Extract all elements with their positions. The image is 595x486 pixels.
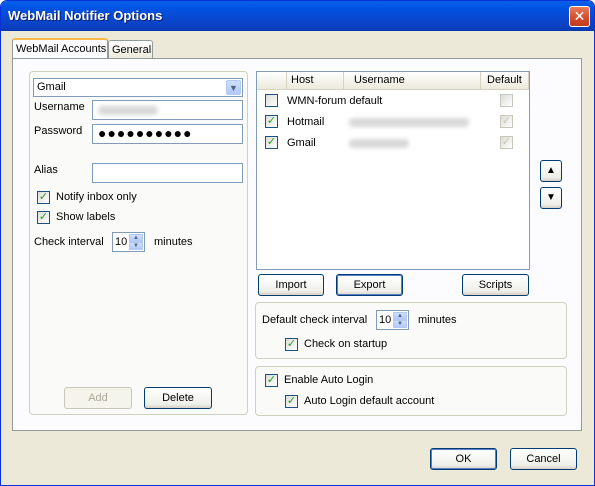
row-host: Hotmail — [287, 116, 325, 128]
alias-field[interactable] — [92, 163, 243, 183]
export-button[interactable]: Export — [336, 274, 403, 296]
provider-select[interactable]: Gmail ▼ — [33, 78, 243, 97]
delete-button[interactable]: Delete — [144, 387, 212, 409]
auto-login-group: ✓ Enable Auto Login ✓ Auto Login default… — [255, 366, 567, 416]
default-interval-group: Default check interval 10 ▲ ▼ minutes ✓ … — [255, 302, 567, 359]
auto-login-default-label: Auto Login default account — [304, 395, 435, 407]
list-header-check — [257, 72, 287, 90]
password-field[interactable]: ●●●●●●●●●● — [92, 124, 243, 144]
username-label: Username — [34, 101, 85, 113]
default-interval-value: 10 — [379, 314, 392, 326]
enable-auto-login-label: Enable Auto Login — [284, 374, 374, 386]
notify-inbox-checkbox[interactable]: ✓ — [37, 191, 50, 204]
check-on-startup-checkbox[interactable]: ✓ — [285, 338, 298, 351]
enable-auto-login-checkbox[interactable]: ✓ — [265, 374, 278, 387]
options-window: WebMail Notifier Options ✕ WebMail Accou… — [0, 0, 595, 486]
window-title: WebMail Notifier Options — [8, 8, 163, 23]
scripts-button[interactable]: Scripts — [462, 274, 529, 296]
row-default-checkbox — [500, 94, 513, 107]
username-field[interactable] — [92, 100, 243, 120]
chevron-down-icon[interactable]: ▼ — [226, 80, 241, 95]
list-header-default[interactable]: Default — [481, 72, 529, 90]
row-host: WMN-forum default — [287, 95, 383, 107]
row-enabled-checkbox[interactable]: ✓ — [265, 136, 278, 149]
default-interval-minutes: minutes — [418, 314, 457, 326]
notify-inbox-label: Notify inbox only — [56, 191, 137, 203]
password-label: Password — [34, 125, 83, 137]
provider-value: Gmail — [37, 81, 66, 93]
check-interval-minutes: minutes — [154, 236, 193, 248]
row-default-checkbox: ✓ — [500, 136, 513, 149]
list-header-username[interactable]: Username — [344, 72, 481, 90]
check-interval-spinner[interactable]: 10 ▲ ▼ — [112, 232, 145, 252]
row-default-checkbox: ✓ — [500, 115, 513, 128]
alias-label: Alias — [34, 164, 58, 176]
spin-down-icon[interactable]: ▼ — [129, 242, 143, 250]
auto-login-default-checkbox[interactable]: ✓ — [285, 395, 298, 408]
account-details-group: Gmail ▼ Username Password ●●●●●●●●●● Ali… — [29, 71, 248, 415]
check-interval-value: 10 — [115, 236, 128, 248]
move-down-icon[interactable]: ▼ — [540, 187, 562, 209]
accounts-list[interactable]: Host Username Default WMN-forum default … — [256, 71, 530, 270]
add-button[interactable]: Add — [64, 387, 132, 409]
check-interval-label: Check interval — [34, 236, 104, 248]
spin-down-icon[interactable]: ▼ — [393, 320, 407, 328]
check-on-startup-label: Check on startup — [304, 338, 388, 350]
ok-button[interactable]: OK — [430, 448, 497, 470]
import-button[interactable]: Import — [258, 274, 324, 296]
tab-general[interactable]: General — [108, 40, 153, 59]
row-host: Gmail — [287, 137, 316, 149]
spin-up-icon[interactable]: ▲ — [393, 312, 407, 320]
row-enabled-checkbox[interactable] — [265, 94, 278, 107]
default-interval-label: Default check interval — [262, 314, 368, 326]
cancel-button[interactable]: Cancel — [510, 448, 577, 470]
spin-up-icon[interactable]: ▲ — [129, 234, 143, 242]
list-header-host[interactable]: Host — [287, 72, 344, 90]
row-username-redacted — [349, 139, 409, 148]
title-bar[interactable]: WebMail Notifier Options ✕ — [1, 1, 594, 31]
show-labels-label: Show labels — [56, 211, 116, 223]
move-up-icon[interactable]: ▲ — [540, 160, 562, 182]
close-icon[interactable]: ✕ — [569, 6, 590, 27]
username-redacted — [98, 106, 158, 115]
row-enabled-checkbox[interactable]: ✓ — [265, 115, 278, 128]
row-username-redacted — [349, 118, 469, 127]
tab-webmail-accounts[interactable]: WebMail Accounts — [12, 38, 108, 60]
show-labels-checkbox[interactable]: ✓ — [37, 211, 50, 224]
tab-panel: Gmail ▼ Username Password ●●●●●●●●●● Ali… — [12, 58, 582, 431]
default-interval-spinner[interactable]: 10 ▲ ▼ — [376, 310, 409, 330]
